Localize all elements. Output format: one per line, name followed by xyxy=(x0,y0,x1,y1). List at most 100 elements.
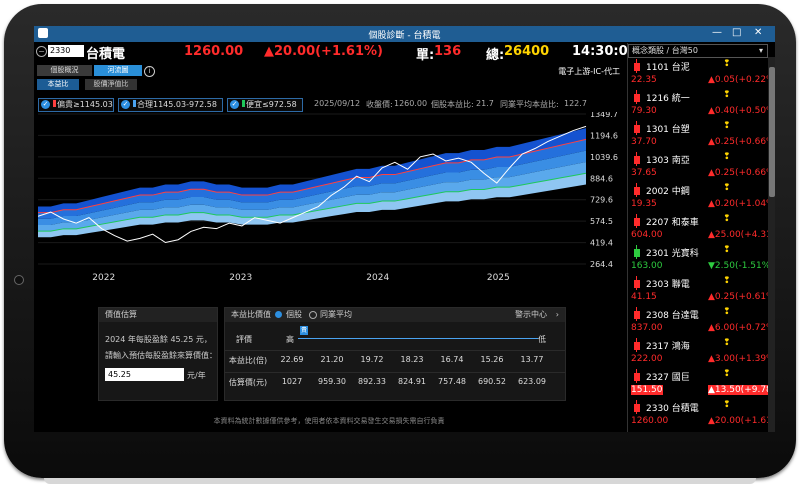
pe-table-panel: 本益比價值 個股 同業平均 警示中心 › 評價 高 貴 低 本益比(倍) 22.… xyxy=(224,307,566,401)
row-label: 本益比(倍) xyxy=(228,356,268,365)
rating-high: 高 xyxy=(286,335,294,344)
watchlist-change: ▲0.25(+0.66%) xyxy=(708,168,775,178)
rating-row: 評價 高 貴 低 xyxy=(225,326,565,348)
watchlist-item[interactable]: 2308 台達電 ❢ 837.00 ▲6.00(+0.72%) xyxy=(628,307,775,338)
watchlist-change: ▲13.50(+9.78%) xyxy=(708,385,775,395)
watchlist-item[interactable]: 1216 統一 ❢ 79.30 ▲0.40(+0.50%) xyxy=(628,90,775,121)
watchlist-title: 概念類股 / 台灣50 xyxy=(632,46,698,55)
watchlist-change: ▲0.05(+0.22%) xyxy=(708,75,775,85)
tab-pb-ratio[interactable]: 股價淨值比 xyxy=(85,79,137,90)
total-value: 26400 xyxy=(504,44,550,59)
legend-fair[interactable]: ✓ 合理1145.03-972.58 xyxy=(118,98,223,112)
legend-value: 1145.03 xyxy=(79,100,113,109)
scrollbar-thumb[interactable] xyxy=(769,67,775,197)
watchlist-item[interactable]: 2327 國巨 ❢ 151.50 ▲13.50(+9.78%) xyxy=(628,369,775,400)
legend-cheap[interactable]: ✓ 便宜≤972.58 xyxy=(227,98,303,112)
candle-icon xyxy=(634,342,640,350)
watchlist-code: 1101 台泥 xyxy=(646,63,690,73)
scrollbar[interactable] xyxy=(768,57,775,432)
watchlist-price: 19.35 xyxy=(631,199,657,209)
watchlist-item[interactable]: 1101 台泥 ❢ 22.35 ▲0.05(+0.22%) xyxy=(628,59,775,90)
valuation-title: 價值估算 xyxy=(99,308,217,322)
watchlist-price: 37.70 xyxy=(631,137,657,147)
radio-stock[interactable] xyxy=(275,311,282,318)
watchlist-change: ▲6.00(+0.72%) xyxy=(708,323,775,333)
y-tick-label: 884.6 xyxy=(590,174,613,183)
y-tick-label: 729.6 xyxy=(590,196,613,205)
candle-icon xyxy=(634,63,640,71)
pe-cell: 18.23 xyxy=(400,355,424,364)
watchlist-selector[interactable]: 概念類股 / 台灣50 ▾ xyxy=(628,44,768,58)
collapse-icon[interactable]: − xyxy=(36,46,47,57)
pe-value: 21.7 xyxy=(476,99,494,108)
candle-icon xyxy=(634,156,640,164)
watchlist-item[interactable]: 2303 聯電 ❢ 41.15 ▲0.25(+0.61%) xyxy=(628,276,775,307)
watchlist-change: ▼2.50(-1.51%) xyxy=(708,261,774,271)
watchlist-code: 1301 台塑 xyxy=(646,125,690,135)
tab-overview[interactable]: 個股概況 xyxy=(37,65,92,76)
tablet-frame: 個股診斷 - 台積電 — □ ✕ − 2330 台積電 1260.00 ▲20.… xyxy=(4,4,796,484)
tab-pe-ratio[interactable]: 本益比 xyxy=(37,79,79,90)
chevron-down-icon: ▾ xyxy=(758,46,763,55)
watchlist-item[interactable]: 1301 台塑 ❢ 37.70 ▲0.25(+0.66%) xyxy=(628,121,775,152)
pe-cell: 19.72 xyxy=(360,355,384,364)
volume-value: 136 xyxy=(434,44,462,59)
y-tick-label: 419.4 xyxy=(590,239,613,248)
stock-price: 1260.00 xyxy=(184,44,244,59)
watchlist-code: 2330 台積電 xyxy=(646,404,699,414)
watchlist-price: 79.30 xyxy=(631,106,657,116)
tab-river-chart[interactable]: 河流圖 xyxy=(94,65,142,76)
radio-peer-label: 同業平均 xyxy=(320,310,352,319)
total-label: 總: xyxy=(486,48,505,63)
rating-label: 評價 xyxy=(236,335,252,344)
maximize-icon[interactable]: □ xyxy=(732,27,741,38)
chevron-right-icon[interactable]: › xyxy=(556,308,559,322)
candle-icon xyxy=(634,218,640,226)
watchlist-item[interactable]: 2330 台積電 ❢ 1260.00 ▲20.00(+1.61%) xyxy=(628,400,775,431)
watchlist-item[interactable]: 2317 鴻海 ❢ 222.00 ▲3.00(+1.39%) xyxy=(628,338,775,369)
watchlist-panel: 概念類股 / 台灣50 ▾ 1101 台泥 ❢ 22.35 ▲0.05(+0.22%)… xyxy=(627,43,775,432)
watchlist-item[interactable]: 2002 中鋼 ❢ 19.35 ▲0.20(+1.04%) xyxy=(628,183,775,214)
stock-change: ▲20.00(+1.61%) xyxy=(264,44,383,59)
check-icon: ✓ xyxy=(121,100,130,109)
legend-label: 偏貴 xyxy=(57,100,73,109)
info-icon[interactable]: i xyxy=(144,66,155,77)
alert-center-link[interactable]: 警示中心 xyxy=(515,308,547,322)
candle-icon xyxy=(634,125,640,133)
watchlist-item[interactable]: 1303 南亞 ❢ 37.65 ▲0.25(+0.66%) xyxy=(628,152,775,183)
watchlist-code: 2317 鴻海 xyxy=(646,342,690,352)
x-tick-label: 2022 xyxy=(92,273,115,282)
y-tick-label: 1194.6 xyxy=(590,131,618,140)
y-tick-label: 1349.7 xyxy=(590,112,618,119)
eps-text: 2024 年每股盈餘 45.25 元， xyxy=(105,335,212,344)
candle-icon xyxy=(634,404,640,412)
candle-icon xyxy=(634,249,640,257)
legend-label: 合理 xyxy=(137,100,153,109)
rating-marker: 貴 xyxy=(300,326,308,335)
watchlist-price: 1260.00 xyxy=(631,416,669,426)
pe-cell: 15.26 xyxy=(480,355,504,364)
alert-icon: ❢ xyxy=(723,338,731,348)
candle-icon xyxy=(634,373,640,381)
eps-input[interactable]: 45.25 xyxy=(105,368,184,381)
home-button[interactable] xyxy=(14,275,24,285)
alert-icon: ❢ xyxy=(723,307,731,317)
disclaimer: 本資料為統計數據僅供參考，使用者依本資料交易發生交易損失需自行負責 xyxy=(213,417,445,425)
legend-expensive[interactable]: ✓ 偏貴≥1145.03 xyxy=(38,98,114,112)
alert-icon: ❢ xyxy=(723,152,731,162)
volume-label: 單: xyxy=(416,48,435,63)
watchlist-code: 2308 台達電 xyxy=(646,311,699,321)
close-label: 收盤價: xyxy=(366,100,393,109)
radio-peer[interactable] xyxy=(309,311,317,319)
watchlist-code: 2327 國巨 xyxy=(646,373,690,383)
pe-cell: 16.74 xyxy=(440,355,464,364)
stock-code-input[interactable]: 2330 xyxy=(48,45,84,57)
watchlist-item[interactable]: 2207 和泰車 ❢ 604.00 ▲25.00(+4.31%) xyxy=(628,214,775,245)
minimize-icon[interactable]: — xyxy=(712,27,722,38)
check-icon: ✓ xyxy=(230,100,239,109)
watchlist-price: 37.65 xyxy=(631,168,657,178)
close-icon[interactable]: ✕ xyxy=(754,27,762,38)
alert-icon: ❢ xyxy=(723,276,731,286)
watchlist-item[interactable]: 2301 光寶科 ❢ 163.00 ▼2.50(-1.51%) xyxy=(628,245,774,276)
watchlist-code: 2207 和泰車 xyxy=(646,218,699,228)
